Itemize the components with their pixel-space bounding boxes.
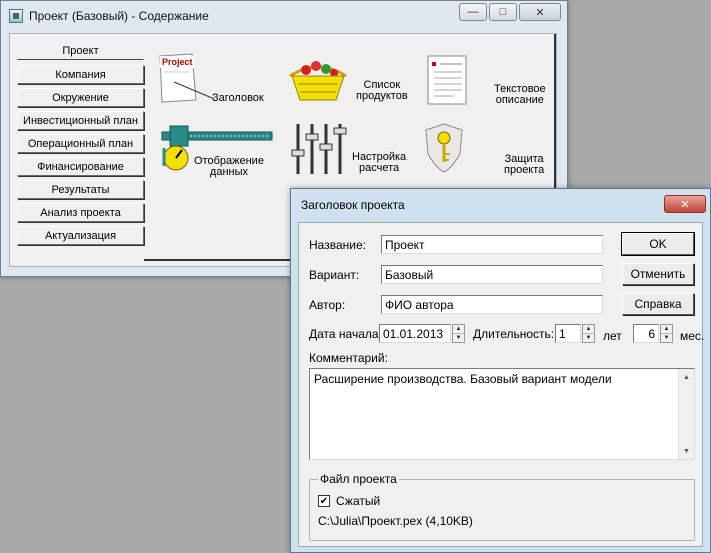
feature-display-label: Отображение данных bbox=[194, 155, 264, 178]
nav-operational-plan[interactable]: Операционный план bbox=[17, 134, 144, 153]
project-header-dialog: Заголовок проекта ✕ Название: Проект Вар… bbox=[290, 188, 711, 553]
variant-label: Вариант: bbox=[309, 268, 360, 282]
feature-display[interactable]: Отображение данных bbox=[156, 122, 273, 178]
main-window-title: Проект (Базовый) - Содержание bbox=[29, 9, 209, 23]
minimize-icon: — bbox=[467, 6, 479, 18]
author-label: Автор: bbox=[309, 298, 346, 312]
help-button[interactable]: Справка bbox=[622, 293, 694, 315]
nav-project[interactable]: Проект bbox=[17, 41, 144, 60]
duration-years-input[interactable]: 1 bbox=[555, 324, 581, 343]
main-titlebar[interactable]: Проект (Базовый) - Содержание — □ ✕ bbox=[1, 1, 567, 31]
scroll-up-icon[interactable]: ▲ bbox=[679, 369, 694, 385]
cancel-button[interactable]: Отменить bbox=[622, 263, 694, 285]
dialog-title: Заголовок проекта bbox=[301, 198, 405, 212]
start-date-label: Дата начала: bbox=[309, 327, 382, 341]
nav-results[interactable]: Результаты bbox=[17, 180, 144, 199]
nav-financing[interactable]: Финансирование bbox=[17, 157, 144, 176]
close-button[interactable]: ✕ bbox=[519, 3, 561, 21]
nav-actualization[interactable]: Актуализация bbox=[17, 226, 144, 245]
project-file-group: Файл проекта ✔ Сжатый C:\Julia\Проект.pe… bbox=[309, 472, 695, 541]
close-icon: ✕ bbox=[680, 198, 690, 211]
comment-label: Комментарий: bbox=[309, 351, 388, 365]
spin-down-icon[interactable]: ▼ bbox=[661, 334, 672, 342]
scroll-down-icon[interactable]: ▼ bbox=[679, 443, 694, 459]
check-icon: ✔ bbox=[319, 495, 329, 507]
feature-text[interactable]: Текстовое описание bbox=[422, 52, 546, 108]
feature-products-label: Список продуктов bbox=[356, 79, 408, 102]
compressed-checkbox-row[interactable]: ✔ Сжатый bbox=[318, 494, 380, 508]
nav-environment[interactable]: Окружение bbox=[17, 88, 144, 107]
project-document-icon: Project bbox=[159, 53, 214, 103]
feature-protect-label: Защита проекта bbox=[504, 153, 545, 176]
comment-text: Расширение производства. Базовый вариант… bbox=[314, 372, 612, 386]
basket-icon bbox=[289, 61, 347, 101]
spin-up-icon[interactable]: ▲ bbox=[661, 325, 672, 334]
dialog-body: Название: Проект Вариант: Базовый Автор:… bbox=[298, 222, 705, 547]
main-caption-buttons: — □ ✕ bbox=[457, 3, 561, 21]
variant-input[interactable]: Базовый bbox=[381, 265, 603, 284]
start-date-spinner[interactable]: ▲ ▼ bbox=[452, 324, 465, 343]
nav-project-analysis[interactable]: Анализ проекта bbox=[17, 203, 144, 222]
duration-label: Длительность: bbox=[473, 327, 555, 341]
comment-scrollbar[interactable]: ▲ ▼ bbox=[678, 369, 694, 459]
months-unit-label: мес. bbox=[680, 329, 705, 343]
name-input[interactable]: Проект bbox=[381, 235, 603, 254]
app-icon bbox=[9, 9, 23, 23]
feature-protect[interactable]: Защита проекта bbox=[420, 120, 544, 176]
feature-settings-label: Настройка расчета bbox=[352, 151, 407, 174]
spin-up-icon[interactable]: ▲ bbox=[453, 325, 464, 334]
spin-down-icon[interactable]: ▼ bbox=[583, 334, 594, 342]
compressed-label: Сжатый bbox=[336, 494, 381, 508]
comment-textarea[interactable]: Расширение производства. Базовый вариант… bbox=[309, 368, 695, 460]
duration-years-spinner[interactable]: ▲ ▼ bbox=[582, 324, 595, 343]
close-icon: ✕ bbox=[535, 6, 545, 19]
feature-text-label: Текстовое описание bbox=[494, 83, 546, 106]
feature-products[interactable]: Список продуктов bbox=[286, 54, 408, 104]
feature-settings[interactable]: Настройка расчета bbox=[288, 120, 406, 176]
dialog-close-button[interactable]: ✕ bbox=[664, 195, 706, 213]
feature-header[interactable]: Project Заголовок bbox=[156, 52, 264, 108]
feature-header-label: Заголовок bbox=[212, 92, 264, 104]
name-label: Название: bbox=[309, 238, 366, 252]
nav-company[interactable]: Компания bbox=[17, 65, 144, 84]
maximize-button[interactable]: □ bbox=[489, 3, 517, 21]
project-badge-text: Project bbox=[162, 57, 193, 67]
ok-button[interactable]: OK bbox=[621, 232, 695, 256]
spin-up-icon[interactable]: ▲ bbox=[583, 325, 594, 334]
project-file-path: C:\Julia\Проект.pex (4,10KB) bbox=[318, 514, 473, 528]
minimize-button[interactable]: — bbox=[459, 3, 487, 21]
nav-investment-plan[interactable]: Инвестиционный план bbox=[17, 111, 144, 130]
maximize-icon: □ bbox=[499, 6, 507, 18]
text-document-icon bbox=[427, 55, 467, 105]
shield-key-icon bbox=[425, 123, 463, 173]
author-input[interactable]: ФИО автора bbox=[381, 295, 603, 314]
project-file-group-title: Файл проекта bbox=[318, 472, 399, 486]
compressed-checkbox[interactable]: ✔ bbox=[318, 495, 330, 507]
dialog-titlebar[interactable]: Заголовок проекта ✕ bbox=[291, 189, 710, 221]
dialog-caption-buttons: ✕ bbox=[662, 195, 706, 213]
spin-down-icon[interactable]: ▼ bbox=[453, 334, 464, 342]
duration-months-spinner[interactable]: ▲ ▼ bbox=[660, 324, 673, 343]
years-unit-label: лет bbox=[603, 329, 622, 343]
sliders-icon bbox=[291, 124, 347, 174]
duration-months-input[interactable]: 6 bbox=[633, 324, 659, 343]
start-date-input[interactable]: 01.01.2013 bbox=[379, 324, 451, 343]
